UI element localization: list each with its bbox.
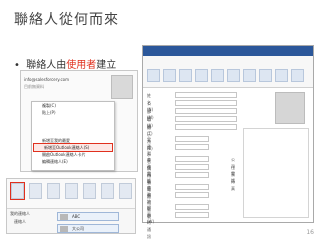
contact-card-name: ABC	[72, 214, 81, 219]
delete-button[interactable]	[47, 183, 60, 199]
contact-photo[interactable]	[275, 92, 305, 124]
company-field[interactable]	[175, 100, 237, 106]
outlook-context-menu-screenshot: info@salesforcery.com 目前無資料 複製(C) 貼上(P) …	[20, 70, 138, 172]
view-button[interactable]	[119, 183, 132, 199]
email-button[interactable]	[65, 183, 78, 199]
field-label: 住家傳真	[231, 165, 235, 191]
people-ribbon	[7, 179, 135, 209]
email-field[interactable]	[175, 136, 209, 142]
context-menu: 複製(C) 貼上(P) 新增至我的最愛 新增至Outlook連絡人(S) 開啟O…	[31, 101, 115, 171]
address-book-button[interactable]	[243, 69, 256, 82]
menu-item[interactable]: 開啟Outlook連絡人卡片	[32, 151, 114, 158]
business-phone-field[interactable]	[175, 156, 209, 162]
department-field[interactable]	[175, 108, 237, 114]
contact-card-name: 大公司	[72, 226, 84, 231]
menu-item[interactable]: 編輯連絡人(E)	[32, 158, 114, 165]
field-label: 即時通訊	[147, 213, 151, 239]
display-as-field[interactable]	[175, 144, 209, 150]
avatar	[111, 75, 133, 99]
person-icon	[60, 226, 68, 232]
file-as-field[interactable]	[175, 124, 237, 130]
window-titlebar	[143, 46, 313, 56]
new-contact-button[interactable]	[10, 182, 25, 200]
person-icon	[60, 214, 68, 220]
business-card-button[interactable]	[259, 69, 272, 82]
menu-item[interactable]	[32, 130, 114, 137]
menu-item[interactable]: 新增至我的最愛	[32, 137, 114, 144]
postal-code-field[interactable]	[175, 192, 209, 198]
mobile-phone-field[interactable]	[175, 172, 209, 178]
contact-form-window: 姓名(N) 公司(M) 部門(A) 職稱(T) 顯示為(E) 電子郵件 顯示名稱…	[142, 45, 314, 239]
save-close-button[interactable]	[147, 69, 160, 82]
delete-button[interactable]	[163, 69, 176, 82]
menu-item[interactable]	[32, 123, 114, 130]
meeting-button[interactable]	[227, 69, 240, 82]
page-number: 16	[306, 229, 314, 236]
meeting-button[interactable]	[83, 183, 96, 199]
im-address-field[interactable]	[175, 212, 209, 218]
email-button[interactable]	[211, 69, 224, 82]
menu-item[interactable]	[32, 116, 114, 123]
nav-my-contacts[interactable]: 我的連絡人	[10, 211, 48, 217]
menu-item[interactable]: 複製(C)	[32, 102, 114, 109]
bullet-point: • 聯絡人由使用者建立	[14, 56, 116, 71]
form-body: 姓名(N) 公司(M) 部門(A) 職稱(T) 顯示為(E) 電子郵件 顯示名稱…	[143, 88, 313, 239]
people-nav: 我的連絡人 連絡人	[7, 209, 51, 233]
contact-card[interactable]: ABC	[57, 212, 119, 221]
outlook-people-panel-screenshot: 我的連絡人 連絡人 ABC 大公司	[6, 178, 136, 234]
notes-area[interactable]	[243, 128, 309, 218]
webpage-field[interactable]	[175, 204, 209, 210]
menu-item-add-to-outlook-contacts[interactable]: 新增至Outlook連絡人(S)	[33, 143, 113, 152]
picture-button[interactable]	[275, 69, 288, 82]
ribbon	[143, 56, 313, 88]
business-address-field[interactable]	[175, 184, 209, 190]
menu-item[interactable]: 貼上(P)	[32, 109, 114, 116]
details-button[interactable]	[195, 69, 208, 82]
categorize-button[interactable]	[291, 69, 304, 82]
job-title-field[interactable]	[175, 116, 237, 122]
more-button[interactable]	[101, 183, 114, 199]
slide-title: 聯絡人從何而來	[14, 12, 119, 28]
new-group-button[interactable]	[29, 183, 42, 199]
contact-card[interactable]: 大公司	[57, 224, 119, 233]
contact-button[interactable]	[179, 69, 192, 82]
home-phone-field[interactable]	[175, 164, 209, 170]
name-field[interactable]	[175, 92, 237, 98]
nav-contacts[interactable]: 連絡人	[10, 219, 48, 225]
